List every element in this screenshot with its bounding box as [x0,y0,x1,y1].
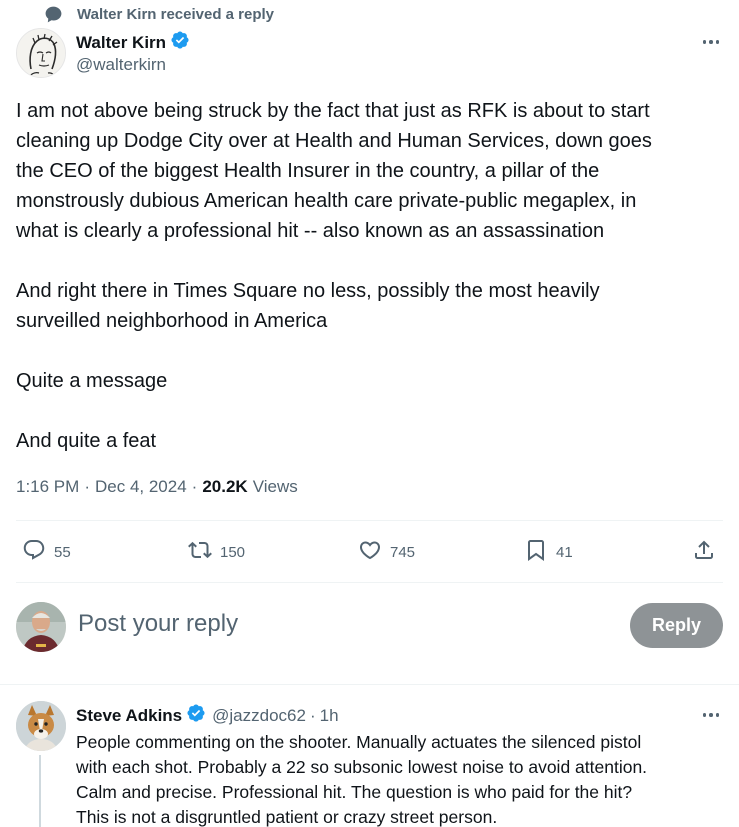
tweet-date[interactable]: Dec 4, 2024 [95,477,187,497]
reply-header: Steve Adkins @jazzdoc62 · 1h [76,703,339,728]
meta-separator: · [191,477,198,496]
share-action[interactable] [692,538,716,566]
reply-tweet[interactable]: Steve Adkins @jazzdoc62 · 1h People comm… [16,697,723,827]
tweet-line: And quite a feat [16,430,157,452]
views-label: Views [252,477,298,496]
reply-line: People commenting on the shooter. Manual… [76,732,642,752]
reply-line: This is not a disgruntled patient or cra… [76,807,498,827]
meta-separator: · [84,477,90,496]
author-handle[interactable]: @walterkirn [76,55,166,75]
reply-time[interactable]: 1h [320,706,339,726]
tweet-author: Walter Kirn @walterkirn [16,28,723,80]
tweet-line: Quite a message [16,370,168,392]
reply-line: with each shot. Probably a 22 so subsoni… [76,757,648,777]
reply-author-handle[interactable]: @jazzdoc62 [212,706,306,726]
chat-bubble-icon [44,5,63,24]
heart-icon [358,538,382,566]
action-bar: 55 150 745 41 [16,530,723,572]
tweet-line: And right there in Times Square no less,… [16,280,600,302]
tweet-time[interactable]: 1:16 PM [16,477,79,497]
reply-input[interactable]: Post your reply [78,610,238,638]
reply-author-name[interactable]: Steve Adkins [76,706,182,726]
divider [16,582,723,583]
reply-count: 55 [54,543,71,561]
like-action[interactable]: 745 [358,538,415,566]
reply-author-avatar[interactable] [16,701,66,751]
social-context: Walter Kirn received a reply [44,2,274,26]
author-name-row[interactable]: Walter Kirn [76,30,190,55]
reply-icon [22,538,46,566]
verified-badge-icon [170,30,190,55]
tweet-line: monstrously dubious American health care… [16,190,637,212]
author-avatar[interactable] [16,28,66,78]
repost-icon [188,538,212,566]
verified-badge-icon [186,703,206,728]
tweet-line: the CEO of the biggest Health Insurer in… [16,160,600,182]
reply-button[interactable]: Reply [630,603,723,648]
views-count[interactable]: 20.2K [202,477,247,497]
tweet-line: what is clearly a professional hit -- al… [16,220,605,242]
reply-line: Calm and precise. Professional hit. The … [76,782,633,802]
repost-count: 150 [220,543,246,561]
more-options-icon[interactable] [699,32,723,52]
divider [16,520,723,521]
thread-line [39,755,41,827]
bookmark-icon [524,538,548,566]
tweet-text: I am not above being struck by the fact … [16,96,728,456]
reply-action[interactable]: 55 [22,538,71,566]
user-avatar[interactable] [16,602,66,652]
share-icon [692,538,716,566]
reply-text: People commenting on the shooter. Manual… [76,730,726,827]
reply-separator: · [309,705,316,725]
divider [0,684,739,685]
reply-composer: Post your reply Reply [16,602,723,654]
tweet-line: I am not above being struck by the fact … [16,100,650,122]
author-name[interactable]: Walter Kirn [76,33,166,53]
like-count: 745 [390,543,416,561]
bookmark-action[interactable]: 41 [524,538,573,566]
tweet-line: cleaning up Dodge City over at Health an… [16,130,652,152]
tweet-line: surveilled neighborhood in America [16,310,328,332]
tweet-meta: 1:16 PM · Dec 4, 2024 · 20.2K Views [16,477,298,497]
repost-action[interactable]: 150 [188,538,245,566]
bookmark-count: 41 [556,543,573,561]
more-options-icon[interactable] [699,705,723,725]
social-context-label: Walter Kirn received a reply [77,5,275,23]
